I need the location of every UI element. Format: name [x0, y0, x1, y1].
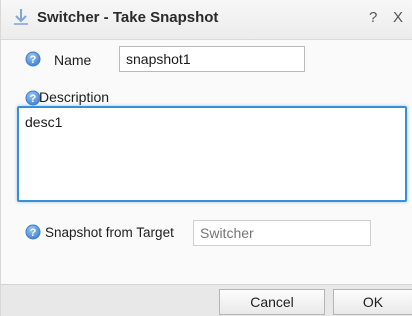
- description-label: Description: [39, 89, 110, 105]
- snapshot-target-label: Snapshot from Target: [45, 225, 174, 240]
- snapshot-target-input[interactable]: [193, 220, 371, 246]
- description-textarea[interactable]: desc1: [17, 106, 407, 202]
- name-info-icon[interactable]: ?: [25, 51, 41, 67]
- cancel-button[interactable]: Cancel: [219, 289, 325, 315]
- dialog-titlebar[interactable]: Switcher - Take Snapshot ? X: [1, 0, 412, 40]
- svg-text:?: ?: [30, 227, 37, 239]
- svg-text:?: ?: [30, 54, 37, 66]
- dialog-footer: Cancel OK: [1, 284, 412, 316]
- name-input[interactable]: [119, 46, 305, 72]
- close-button[interactable]: X: [393, 9, 403, 26]
- svg-text:?: ?: [30, 93, 37, 105]
- dialog-title: Switcher - Take Snapshot: [37, 9, 219, 26]
- take-snapshot-dialog: Switcher - Take Snapshot ? X ? Name snap…: [0, 0, 412, 316]
- snapshot-target-info-icon[interactable]: ?: [25, 224, 41, 240]
- name-label: Name: [54, 52, 92, 68]
- download-arrow-icon: [12, 8, 30, 28]
- ok-button[interactable]: OK: [333, 289, 412, 315]
- help-button[interactable]: ?: [369, 9, 377, 26]
